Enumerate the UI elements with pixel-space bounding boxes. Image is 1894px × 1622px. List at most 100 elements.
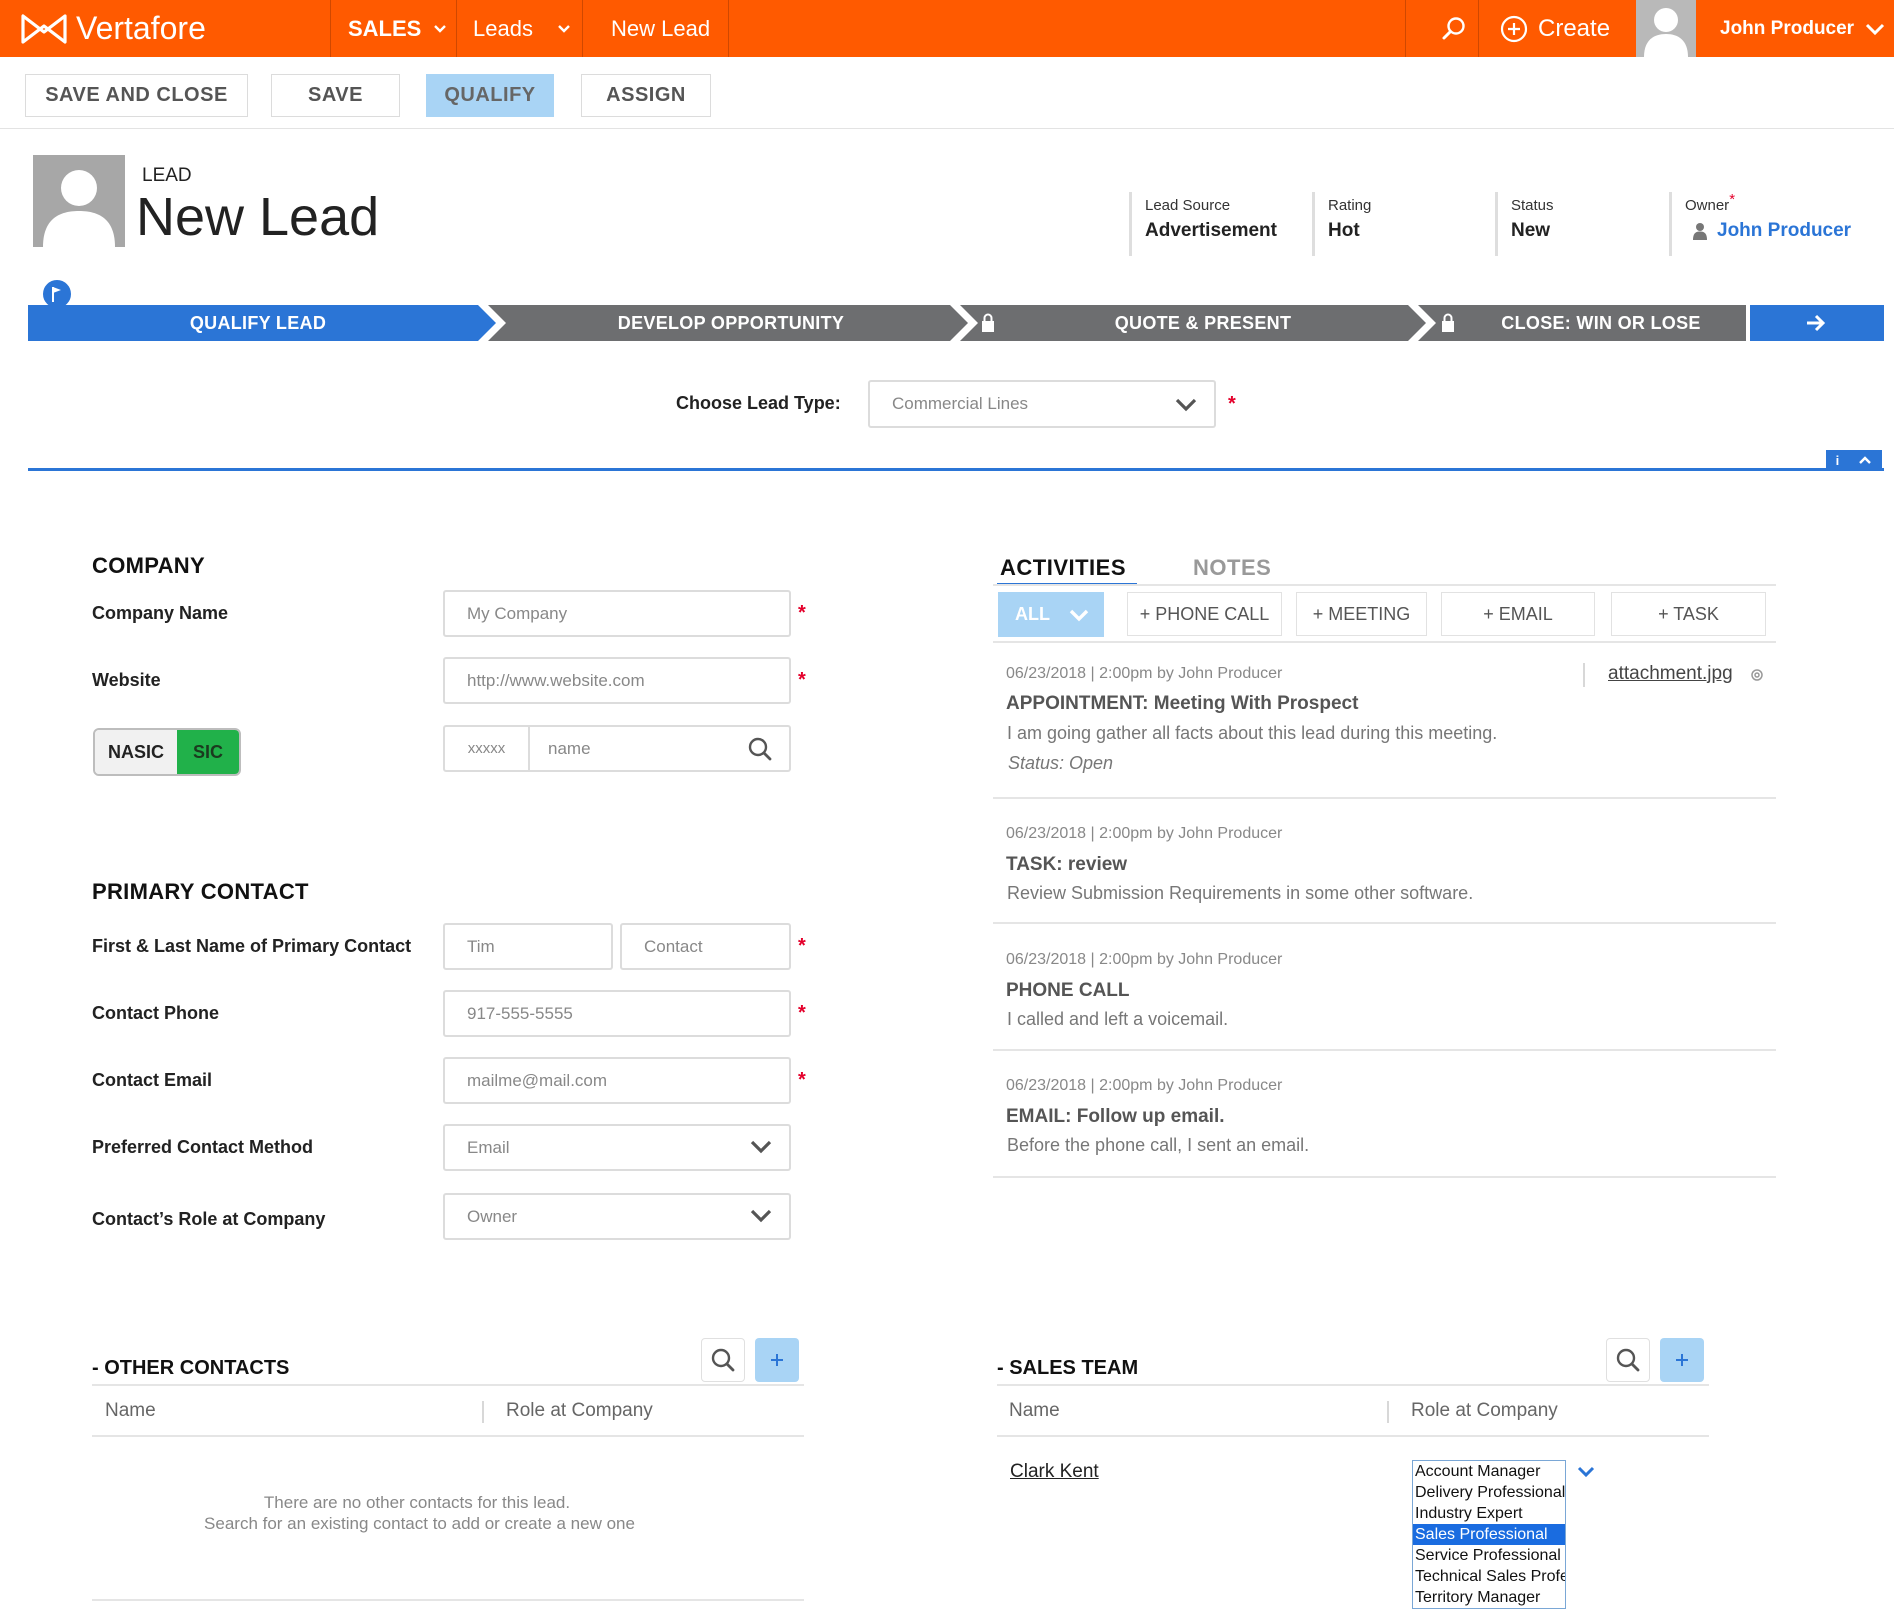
role-option[interactable]: Industry Expert — [1413, 1503, 1565, 1524]
sic-option[interactable]: SIC — [177, 730, 239, 774]
add-phone-call-button[interactable]: + PHONE CALL — [1127, 592, 1282, 636]
avatar[interactable] — [1636, 0, 1696, 57]
vertafore-logo[interactable]: Vertafore — [20, 0, 206, 57]
nasic-option[interactable]: NASIC — [95, 730, 177, 774]
paperclip-icon — [1751, 669, 1763, 681]
role-option[interactable]: Technical Sales Profe — [1413, 1566, 1565, 1587]
sales-menu[interactable]: SALES — [348, 0, 447, 57]
add-team-member-button[interactable] — [1660, 1338, 1704, 1382]
chevron-down-icon — [1866, 23, 1885, 35]
add-email-button[interactable]: + EMAIL — [1441, 592, 1595, 636]
nasic-sic-toggle[interactable]: NASIC SIC — [93, 728, 241, 776]
breadcrumb-new-lead[interactable]: New Lead — [611, 0, 710, 57]
company-name-input[interactable]: My Company — [443, 590, 791, 637]
activity-title[interactable]: PHONE CALL — [1006, 980, 1130, 1002]
primary-contact-section-title: PRIMARY CONTACT — [92, 879, 309, 904]
add-meeting-button[interactable]: + MEETING — [1296, 592, 1427, 636]
person-icon — [1693, 223, 1707, 240]
empty-state-line1: There are no other contacts for this lea… — [263, 1493, 571, 1512]
contact-role-select[interactable]: Owner — [443, 1193, 791, 1240]
first-name-input[interactable]: Tim — [443, 923, 613, 970]
action-toolbar: SAVE AND CLOSE SAVE QUALIFY ASSIGN — [0, 57, 1894, 129]
code-input[interactable]: xxxxx — [445, 727, 530, 770]
lead-type-select[interactable]: Commercial Lines — [868, 380, 1216, 428]
lead-source-label: Lead Source — [1145, 197, 1231, 214]
contact-phone-input[interactable]: 917-555-5555 — [443, 990, 791, 1037]
rating-value: Hot — [1328, 220, 1360, 241]
activity-filter-dropdown[interactable]: ALL — [998, 592, 1104, 637]
stage-develop-opportunity[interactable]: DEVELOP OPPORTUNITY — [506, 305, 956, 341]
lock-icon — [1442, 313, 1454, 332]
leads-menu-label: Leads — [473, 15, 533, 41]
owner-value[interactable]: John Producer — [1692, 220, 1851, 242]
plus-icon — [771, 1354, 783, 1366]
activity-description: I called and left a voicemail. — [1007, 1009, 1229, 1029]
search-icon — [1442, 16, 1465, 39]
attachment-link[interactable]: attachment.jpg — [1608, 663, 1733, 685]
last-name-input[interactable]: Contact — [620, 923, 791, 970]
required-marker: * — [1729, 191, 1736, 208]
required-marker: * — [798, 1002, 806, 1024]
qualify-button[interactable]: QUALIFY — [426, 74, 554, 117]
assign-button[interactable]: ASSIGN — [581, 74, 711, 117]
contact-role-label: Contact’s Role at Company — [92, 1209, 326, 1229]
create-button[interactable]: Create — [1500, 0, 1610, 57]
add-contact-button[interactable] — [755, 1338, 799, 1382]
status-label: Status — [1511, 197, 1554, 214]
section-divider — [28, 468, 1884, 471]
other-contacts-title[interactable]: - OTHER CONTACTS — [92, 1357, 289, 1380]
required-marker: * — [798, 669, 806, 691]
stage-close-win-or-lose[interactable]: CLOSE: WIN OR LOSE — [1456, 305, 1746, 341]
user-menu[interactable]: John Producer — [1720, 0, 1886, 57]
chevron-down-icon[interactable] — [1577, 1466, 1595, 1478]
team-member-link[interactable]: Clark Kent — [1010, 1461, 1099, 1483]
contact-email-input[interactable]: mailme@mail.com — [443, 1057, 791, 1104]
role-option[interactable]: Territory Manager — [1413, 1587, 1565, 1608]
arrow-right-icon[interactable] — [1805, 314, 1827, 332]
search-button[interactable] — [1426, 0, 1482, 57]
save-button[interactable]: SAVE — [271, 74, 400, 117]
team-role-listbox[interactable]: Account Manager Delivery Professional In… — [1412, 1460, 1566, 1609]
plus-icon — [1676, 1354, 1688, 1366]
website-label: Website — [92, 670, 161, 690]
tab-activities[interactable]: ACTIVITIES — [1000, 555, 1126, 581]
role-option[interactable]: Delivery Professional — [1413, 1482, 1565, 1503]
activity-title[interactable]: TASK: review — [1006, 854, 1127, 876]
chevron-down-icon — [1175, 398, 1197, 412]
chevron-down-icon — [1069, 609, 1089, 621]
search-team-button[interactable] — [1606, 1338, 1650, 1382]
code-name-input[interactable]: name — [548, 739, 747, 759]
required-marker: * — [798, 935, 806, 957]
industry-code-lookup[interactable]: xxxxx name — [443, 725, 791, 772]
activity-title[interactable]: EMAIL: Follow up email. — [1006, 1106, 1225, 1128]
rating-label: Rating — [1328, 197, 1372, 214]
role-option[interactable]: Service Professional — [1413, 1545, 1565, 1566]
info-icon[interactable]: i — [1836, 453, 1840, 468]
tab-notes[interactable]: NOTES — [1193, 555, 1271, 581]
column-header-role: Role at Company — [506, 1400, 653, 1421]
search-icon[interactable] — [747, 736, 773, 762]
column-header-name: Name — [1009, 1400, 1060, 1421]
preferred-method-select[interactable]: Email — [443, 1124, 791, 1171]
status-value: New — [1511, 220, 1551, 241]
leads-menu[interactable]: Leads — [473, 0, 571, 57]
sales-team-title[interactable]: - SALES TEAM — [997, 1357, 1138, 1380]
role-option-selected[interactable]: Sales Professional — [1413, 1524, 1565, 1545]
company-name-label: Company Name — [92, 603, 229, 623]
company-section-title: COMPANY — [92, 553, 205, 578]
role-option[interactable]: Account Manager — [1413, 1461, 1565, 1482]
activity-title[interactable]: APPOINTMENT: Meeting With Prospect — [1006, 693, 1358, 715]
required-marker: * — [798, 602, 806, 624]
chevron-up-icon[interactable] — [1858, 455, 1872, 465]
save-and-close-button[interactable]: SAVE AND CLOSE — [25, 74, 248, 117]
stage-quote-present[interactable]: QUOTE & PRESENT — [988, 305, 1418, 341]
website-input[interactable]: http://www.website.com — [443, 657, 791, 704]
add-task-button[interactable]: + TASK — [1611, 592, 1766, 636]
activity-status: Status: Open — [1008, 753, 1114, 773]
lead-type-label: Choose Lead Type: — [676, 393, 841, 413]
stage-qualify-lead[interactable]: QUALIFY LEAD — [28, 305, 488, 341]
info-collapse-control[interactable]: i — [1826, 450, 1882, 470]
search-contacts-button[interactable] — [701, 1338, 745, 1382]
vertafore-logo-icon — [21, 13, 67, 44]
chevron-down-icon — [750, 1140, 772, 1154]
